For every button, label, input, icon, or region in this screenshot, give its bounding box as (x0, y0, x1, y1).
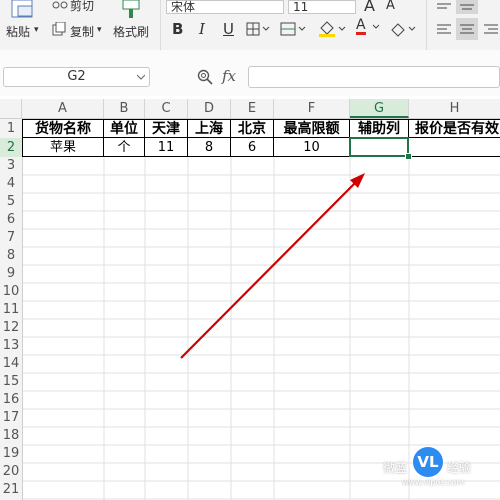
watermark-right-text: 经验 (447, 461, 472, 475)
annotation-arrow (180, 173, 365, 359)
watermark-url: www.vlpos.com (402, 478, 465, 487)
vl-logo-icon: VL (413, 447, 443, 477)
watermark-left-text: 微蓝 (383, 461, 408, 475)
watermark: 微蓝 VL 经验 www.vlpos.com (380, 447, 500, 487)
vl-logo-text: VL (417, 453, 439, 471)
